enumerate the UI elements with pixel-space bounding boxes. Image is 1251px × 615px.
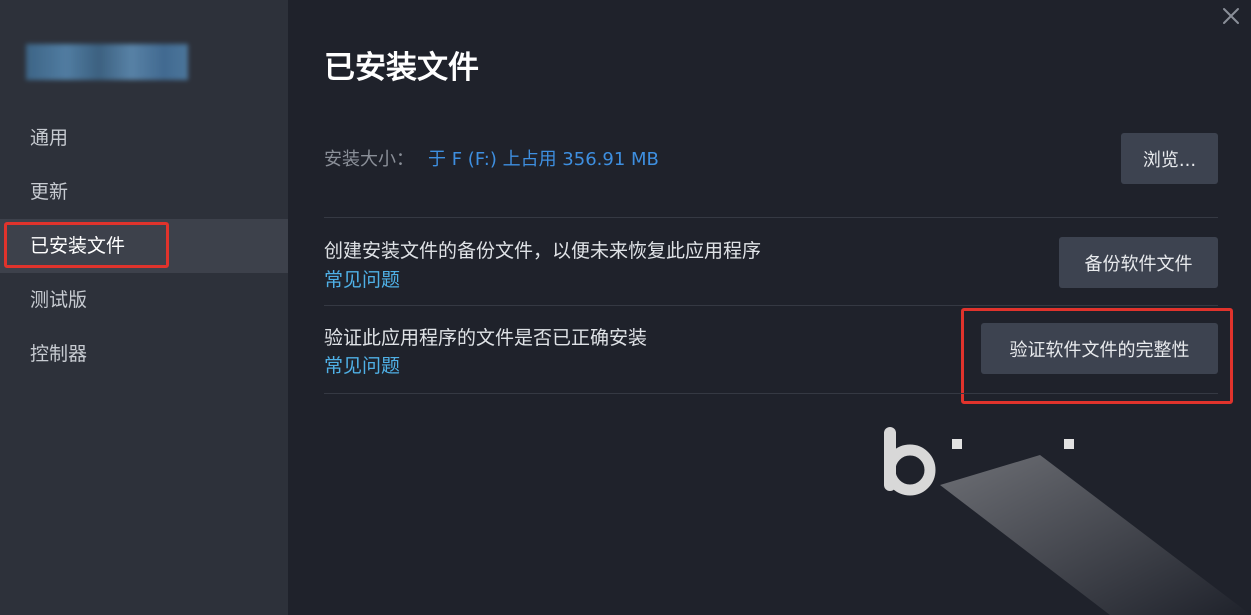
install-size-value: 于 F (F:) 上占用 356.91 MB: [428, 149, 659, 170]
backup-description: 创建安装文件的备份文件，以便未来恢复此应用程序: [324, 240, 762, 262]
bilibili-logo: [880, 425, 1251, 615]
verify-faq-link[interactable]: 常见问题: [324, 351, 400, 378]
close-button[interactable]: [1219, 4, 1243, 28]
sidebar-item-updates[interactable]: 更新: [0, 165, 288, 219]
sidebar-item-label: 控制器: [30, 343, 88, 365]
page-title: 已安装文件: [324, 50, 479, 86]
backup-faq-link[interactable]: 常见问题: [324, 265, 400, 292]
sidebar-item-betas[interactable]: 测试版: [0, 273, 288, 327]
browse-button[interactable]: 浏览...: [1121, 133, 1218, 184]
verify-highlight-box: [961, 308, 1233, 404]
verify-description: 验证此应用程序的文件是否已正确安装: [324, 327, 648, 349]
sidebar: 通用 更新 已安装文件 测试版 控制器: [0, 0, 288, 615]
divider: [324, 217, 1218, 218]
app-name-blurred: [26, 44, 188, 80]
divider: [324, 305, 1218, 306]
install-size-row: 安装大小： 于 F (F:) 上占用 356.91 MB: [324, 145, 659, 171]
browse-button-label: 浏览...: [1142, 149, 1197, 171]
sidebar-item-label: 测试版: [30, 289, 88, 311]
close-icon: [1223, 8, 1239, 24]
selection-highlight-box: [4, 222, 169, 268]
backup-files-button[interactable]: 备份软件文件: [1059, 237, 1218, 288]
install-size-label: 安装大小：: [324, 149, 414, 170]
sidebar-item-label: 更新: [30, 181, 69, 203]
sidebar-item-controller[interactable]: 控制器: [0, 327, 288, 381]
backup-button-label: 备份软件文件: [1084, 253, 1193, 275]
divider: [324, 393, 1218, 394]
sidebar-item-general[interactable]: 通用: [0, 111, 288, 165]
sidebar-item-label: 通用: [30, 127, 69, 149]
